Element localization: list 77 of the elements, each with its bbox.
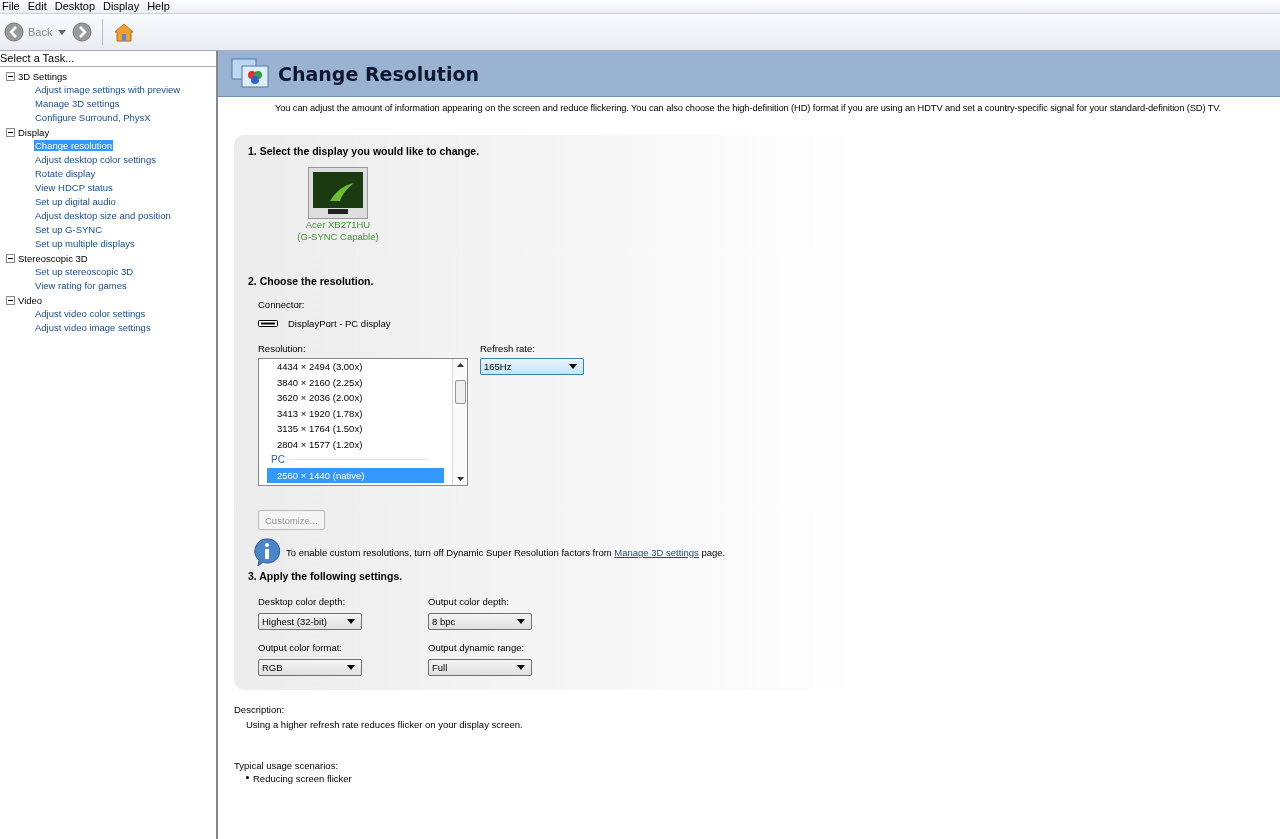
resolution-option[interactable]: 3840 × 2160 (2.25x): [259, 374, 444, 390]
scroll-thumb[interactable]: [454, 380, 466, 404]
dropdown-arrow-icon[interactable]: [58, 29, 67, 35]
tree-item[interactable]: Set up multiple displays: [34, 238, 136, 249]
tree-item[interactable]: View HDCP status: [34, 182, 114, 193]
tree-item[interactable]: Configure Surround, PhysX: [34, 112, 152, 123]
tree-item[interactable]: Rotate display: [34, 168, 97, 179]
page-title: Change Resolution: [278, 62, 479, 85]
tree-item[interactable]: Adjust image settings with preview: [34, 84, 182, 95]
connector-label: Connector:: [258, 299, 306, 310]
tree-category[interactable]: Video: [18, 294, 43, 306]
minus-icon[interactable]: [6, 127, 15, 137]
caret-icon: [347, 619, 355, 624]
bullet-icon: [246, 776, 249, 779]
panel-title: Select a Task...: [0, 51, 216, 67]
usage-item: Reducing screen flicker: [253, 773, 352, 784]
port-icon: [258, 320, 278, 327]
dropdown[interactable]: Full: [428, 659, 532, 676]
tree-category[interactable]: 3D Settings: [18, 70, 68, 82]
caret-icon: [517, 619, 525, 624]
resolution-option[interactable]: 4434 × 2494 (3.00x): [259, 359, 444, 375]
tree-item[interactable]: Set up digital audio: [34, 196, 117, 207]
resolution-option[interactable]: 3620 × 2036 (2.00x): [259, 390, 444, 406]
manage-3d-link[interactable]: Manage 3D settings: [614, 546, 699, 558]
menu-item[interactable]: File: [0, 0, 26, 13]
info-text: To enable custom resolutions, turn off Dynamic Super Resolution factors from Manage 3D settings page.: [286, 546, 726, 558]
setting-label: Desktop color depth:: [258, 596, 347, 607]
monitor-icon[interactable]: [308, 167, 368, 219]
setting-label: Output color depth:: [428, 596, 510, 607]
step-heading: 3. Apply the following settings.: [248, 570, 404, 582]
tree-item[interactable]: Manage 3D settings: [34, 98, 121, 109]
scrollbar[interactable]: [452, 359, 467, 485]
tree-item[interactable]: Adjust desktop color settings: [34, 154, 157, 165]
tree-item[interactable]: Adjust desktop size and position: [34, 210, 172, 221]
caret-icon: [517, 665, 525, 670]
tree-item[interactable]: View rating for games: [34, 280, 128, 291]
menu-item[interactable]: Desktop: [52, 0, 102, 13]
usage-label: Typical usage scenarios:: [234, 760, 340, 771]
menu-item[interactable]: Help: [145, 0, 176, 13]
setting-label: Output dynamic range:: [428, 642, 526, 653]
step-heading: 1. Select the display you would like to change.: [248, 145, 481, 157]
tree-category[interactable]: Stereoscopic 3D: [18, 252, 88, 264]
resolution-list[interactable]: 4434 × 2494 (3.00x) 3840 × 2160 (2.25x) 3620 × 2036 (2.00x) 3413 × 1920 (1.78x) 3135 × 1764 (1.50x) 2804 × 1577 (1.20x) PC 2560 × 1440 (native): [258, 358, 468, 486]
tree-item[interactable]: Set up G-SYNC: [34, 224, 104, 235]
info-icon: [254, 538, 280, 566]
minus-icon[interactable]: [6, 253, 15, 263]
setting-label: Output color format:: [258, 642, 343, 653]
scroll-down-icon[interactable]: [456, 477, 464, 481]
home-icon[interactable]: [113, 21, 136, 43]
caret-icon: [569, 364, 577, 369]
resolution-label: Resolution:: [258, 343, 307, 354]
menu-item[interactable]: Display: [101, 0, 146, 13]
dropdown[interactable]: Highest (32-bit): [258, 613, 362, 630]
resolution-option[interactable]: 2804 × 1577 (1.20x): [259, 436, 444, 452]
minus-icon[interactable]: [6, 295, 15, 305]
description-label: Description:: [234, 704, 286, 715]
description-text: Using a higher refresh rate reduces flicker on your display screen.: [245, 719, 524, 730]
connector-value: DisplayPort - PC display: [288, 318, 391, 329]
caret-icon: [347, 665, 355, 670]
refresh-label: Refresh rate:: [480, 343, 536, 354]
dropdown[interactable]: 165Hz: [480, 358, 584, 375]
dropdown[interactable]: RGB: [258, 659, 362, 676]
tree-item[interactable]: Set up stereoscopic 3D: [34, 266, 135, 277]
menu-item[interactable]: Edit: [25, 0, 53, 13]
tree-item[interactable]: Adjust video color settings: [34, 308, 147, 319]
step-heading: 2. Choose the resolution.: [248, 275, 375, 287]
tree-category[interactable]: Display: [18, 126, 50, 138]
group-label: PC: [271, 454, 285, 466]
dropdown[interactable]: 8 bpc: [428, 613, 532, 630]
resolution-option[interactable]: 3135 × 1764 (1.50x): [259, 421, 444, 437]
intro-text: You can adjust the amount of information appearing on the screen and reduce flickering. You can also choose the high-definition (HD) format if you are using an HDTV and set a country-specific signal for your standard-definition (SD) TV.: [274, 102, 1223, 113]
monitors-icon: [230, 56, 270, 91]
scroll-up-icon[interactable]: [456, 363, 464, 367]
tree-item[interactable]: Adjust video image settings: [34, 322, 152, 333]
forward-icon[interactable]: [72, 22, 93, 42]
minus-icon[interactable]: [6, 71, 15, 81]
resolution-option[interactable]: 3413 × 1920 (1.78x): [259, 405, 444, 421]
